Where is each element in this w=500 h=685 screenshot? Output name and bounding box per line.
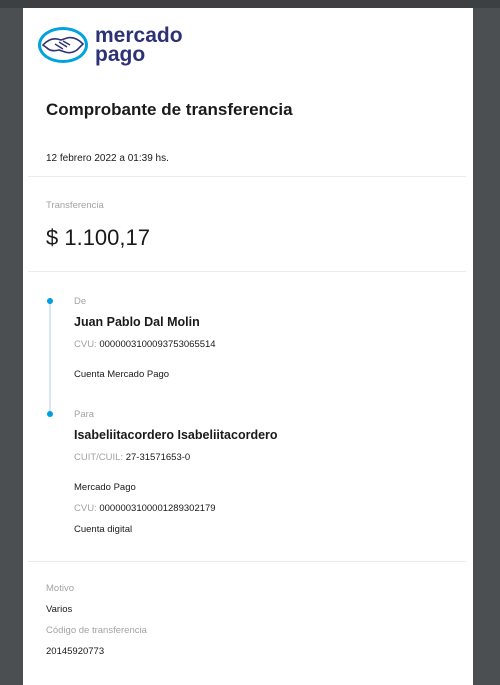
divider [28,561,466,562]
recipient-label: Para [74,409,95,420]
recipient-cuit-value: 27-31571653-0 [125,452,191,463]
sender-cvu: CVU: 0000003100093753065514 [74,339,216,350]
sender-cvu-value: 0000003100093753065514 [99,339,216,350]
amount-label: Transferencia [46,200,104,211]
sender-name: Juan Pablo Dal Molin [74,315,200,329]
page-title: Comprobante de transferencia [46,100,293,119]
viewer-top-bar [0,0,500,8]
recipient-cvu-value: 0000003100001289302179 [99,503,216,514]
receipt-page: mercado pago Comprobante de transferenci… [23,8,473,685]
transfer-date: 12 febrero 2022 a 01:39 hs. [46,153,169,164]
transfer-amount: $ 1.100,17 [46,225,150,250]
recipient-cvu: CVU: 0000003100001289302179 [74,503,278,514]
recipient-account: Cuenta digital [74,524,133,535]
sender-account: Cuenta Mercado Pago [74,369,170,380]
sender-cvu-key: CVU: [74,339,97,350]
sender-block: De Juan Pablo Dal Molin CVU: 00000031000… [74,296,216,380]
recipient-name: Isabeliitacordero Isabeliitacordero [74,428,278,442]
recipient-cvu-key: CVU: [74,503,97,514]
divider [28,176,466,177]
timeline-dot-from [47,298,53,304]
transfer-code-label: Código de transferencia [46,625,147,636]
logo-line2: pago [95,43,146,66]
recipient-bank: Mercado Pago [74,482,136,493]
divider [28,271,466,272]
handshake-icon [38,27,88,63]
motivo-label: Motivo [46,583,74,594]
sender-label: De [74,296,87,307]
transfer-code-value: 20145920773 [46,646,105,657]
timeline-dot-to [47,411,53,417]
recipient-block: Para Isabeliitacordero Isabeliitacordero… [74,409,278,535]
motivo-value: Varios [46,604,73,615]
recipient-cuit: CUIT/CUIL: 27-31571653-0 [74,452,278,463]
mercado-pago-logo: mercado pago [37,25,187,66]
recipient-cuit-key: CUIT/CUIL: [74,452,124,463]
timeline-line [49,302,51,414]
